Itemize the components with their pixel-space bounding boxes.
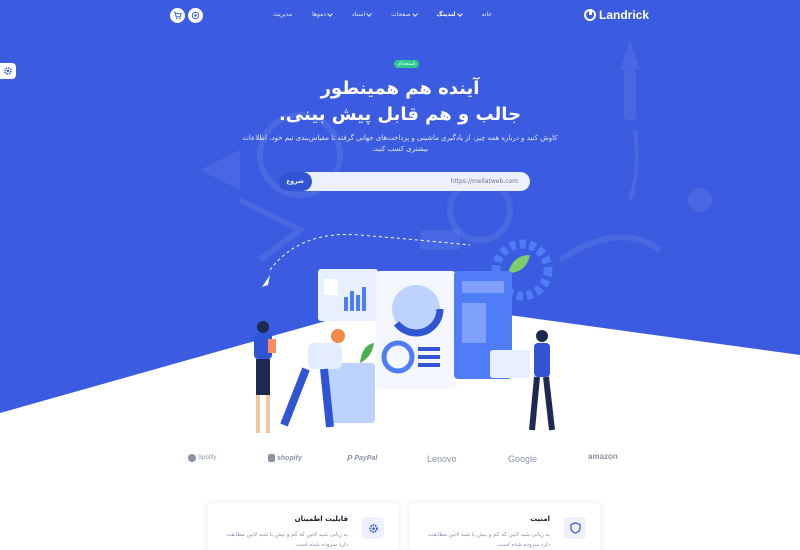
feature-card-security[interactable]: امنیت به زبانی شبه لاتین که کم و بیش با … [410,503,600,550]
partner-spotify-logo: Spotify [188,454,216,462]
chevron-down-icon [327,10,333,17]
nav-label: اسناد [352,11,366,18]
hero-title: آینده هم همینطور جالب و هم قابل پیش بینی… [200,76,600,128]
hero-badge: استخدام [394,60,420,68]
hero-illustration [254,233,555,433]
partner-name: PayPal [354,455,378,462]
feature-title: قابلیت اطمینان [294,515,348,523]
partner-google-logo: Google [508,454,537,464]
feature-title: امنیت [530,515,550,523]
paper-plane-icon [262,275,270,287]
gear-icon [4,67,12,75]
paypal-icon: P [347,454,353,463]
nav-item-landing[interactable]: لندینگ [436,10,463,18]
chevron-down-icon [411,10,418,17]
partner-paypal-logo: P PayPal [347,454,377,463]
person-standing-graphic [529,330,555,431]
person-woman-graphic [254,321,276,433]
hero-title-line-1: آینده هم همینطور [320,78,480,99]
feature-card-reliability[interactable]: قابلیت اطمینان به زبانی شبه لاتین که کم … [208,503,398,550]
nav-item-docs[interactable]: اسناد [352,10,372,18]
cart-button[interactable] [170,8,185,23]
start-button[interactable]: شروع [278,172,312,191]
chevron-down-icon [456,10,463,17]
logo-mark-icon [584,9,596,21]
nav-item-home[interactable]: خانه [482,11,492,18]
cart-icon [173,11,182,20]
nav-label: صفحات [391,11,411,18]
partner-amazon-logo: amazon [588,452,618,461]
partner-shopify-logo: shopify [268,454,302,462]
brand-logo[interactable]: Landrick [584,8,649,22]
hero-description: کاوش کنید و درباره همه چیز، از یادگیری م… [242,134,558,153]
partner-name: amazon [588,452,618,461]
chevron-down-icon [366,10,372,17]
partner-name: Spotify [198,455,217,461]
partner-name: Lenovo [427,454,457,464]
nav-label: مدیریت [273,11,293,18]
nav-label: لندینگ [436,11,456,18]
nav-label: خانه [481,11,492,18]
spotify-icon [188,454,196,462]
cog-icon [368,523,378,533]
partner-name: Google [508,454,538,464]
partner-lenovo-logo: Lenovo [427,454,457,464]
partner-name: shopify [277,454,302,462]
feature-icon-box [362,517,384,539]
user-icon [191,11,200,20]
brand-name: Landrick [599,8,650,22]
feature-description: به زبانی شبه لاتین که کم و بیش با شبه لا… [428,532,550,548]
nav-item-pages[interactable]: صفحات [391,10,418,18]
shopify-bag-icon [268,454,275,462]
feature-description: به زبانی شبه لاتین که کم و بیش با شبه لا… [226,532,348,548]
feature-icon-box [564,517,586,539]
hero-title-line-2: جالب و هم قابل پیش بینی. [278,104,522,125]
nav-item-demos[interactable]: دموها [312,10,333,18]
dashed-path [269,233,471,271]
nav-label: دموها [312,11,327,18]
search-form: شروع [278,172,530,191]
main-nav: خانه لندینگ صفحات اسناد دموها مدیریت [273,10,492,18]
nav-item-admin[interactable]: مدیریت [273,11,292,18]
settings-toggle[interactable] [0,63,16,79]
shield-icon [569,522,581,534]
account-button[interactable] [188,8,203,23]
search-input[interactable] [312,172,524,191]
